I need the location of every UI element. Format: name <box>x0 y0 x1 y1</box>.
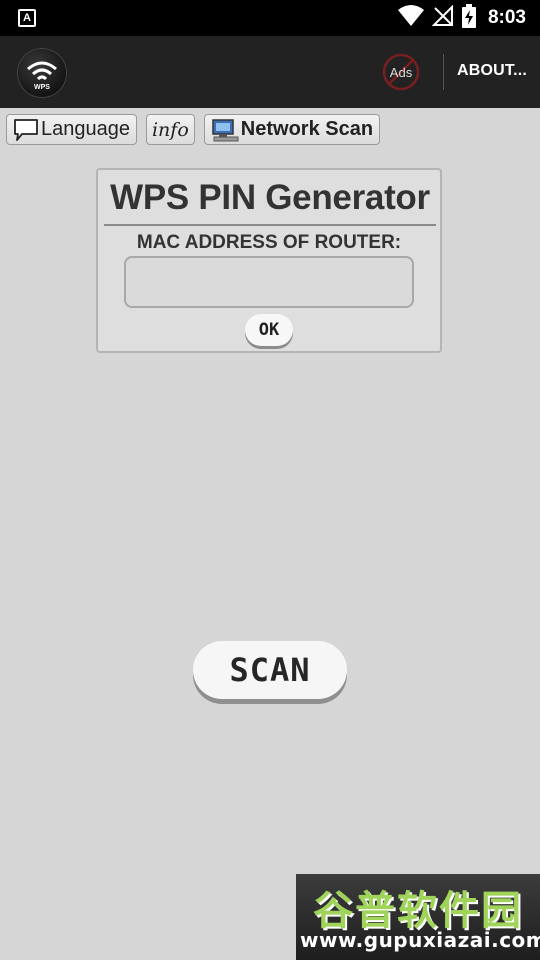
mac-address-input[interactable] <box>124 256 414 308</box>
pin-generator-card: WPS PIN Generator MAC ADDRESS OF ROUTER:… <box>96 168 442 353</box>
info-label: info <box>151 118 189 141</box>
no-signal-icon <box>431 4 454 32</box>
toolbar: Language info Network Scan <box>6 114 381 147</box>
mac-address-label: MAC ADDRESS OF ROUTER: <box>136 232 402 253</box>
speech-bubble-icon <box>13 118 39 142</box>
wifi-icon <box>397 4 424 32</box>
computer-icon <box>211 118 239 142</box>
status-bar: A 8:03 <box>0 0 540 36</box>
app-bar: WPS Ads ABOUT... <box>0 36 540 108</box>
title-divider <box>104 224 436 226</box>
network-scan-label: Network Scan <box>240 118 374 140</box>
notification-app-icon: A <box>18 9 36 27</box>
ads-label: Ads <box>390 65 413 80</box>
logo-label: WPS <box>34 84 50 91</box>
language-label: Language <box>41 118 130 140</box>
clock: 8:03 <box>487 7 526 28</box>
about-button[interactable]: ABOUT... <box>457 62 527 80</box>
app-bar-divider <box>443 54 444 90</box>
watermark-url: www.gupuxiazai.com <box>300 928 540 952</box>
ok-button[interactable]: OK <box>245 314 293 346</box>
battery-charging-icon <box>461 3 476 33</box>
wps-logo-icon: WPS <box>18 49 66 97</box>
card-title: WPS PIN Generator <box>110 178 430 217</box>
watermark-logo: 谷普软件园 www.gupuxiazai.com <box>296 874 540 960</box>
network-scan-button[interactable]: Network Scan <box>203 114 381 145</box>
scan-button[interactable]: SCAN <box>193 641 347 699</box>
language-button[interactable]: Language <box>6 114 137 145</box>
info-button[interactable]: info <box>145 114 195 145</box>
remove-ads-button[interactable]: Ads <box>382 53 420 91</box>
